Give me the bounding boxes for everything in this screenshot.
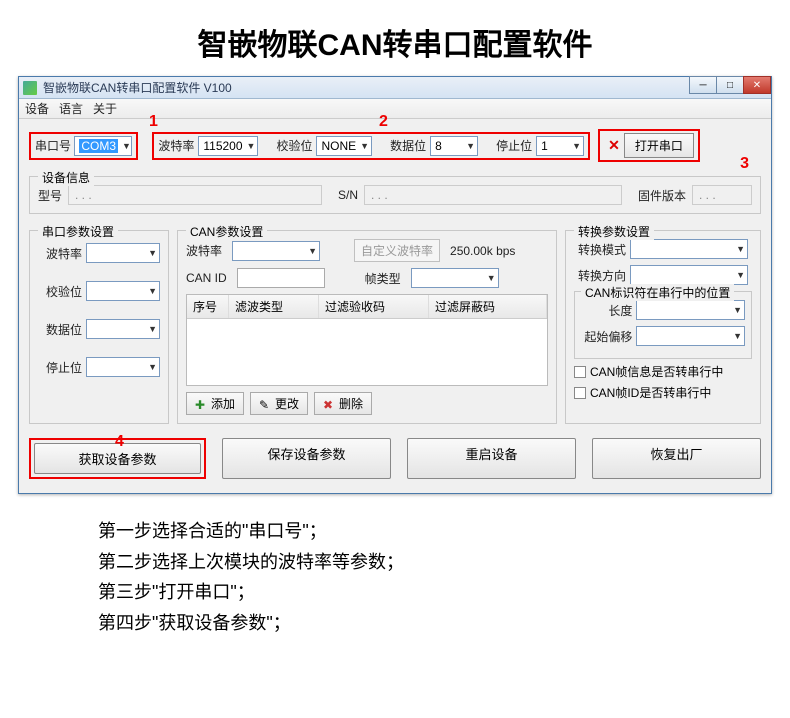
- s-baud-select[interactable]: ▼: [86, 243, 160, 263]
- custom-baud-button[interactable]: 自定义波特率: [354, 239, 440, 262]
- open-port-button[interactable]: 打开串口: [624, 133, 694, 158]
- s-parity-select[interactable]: ▼: [86, 281, 160, 301]
- sn-value: . . .: [364, 185, 622, 205]
- s-databits-select[interactable]: ▼: [86, 319, 160, 339]
- col-mask: 过滤屏蔽码: [429, 295, 547, 318]
- delete-icon: ✖: [323, 398, 335, 410]
- custom-baud-value: 250.00k bps: [450, 244, 515, 258]
- titlebar: 智嵌物联CAN转串口配置软件 V100 ─ □ ✕: [19, 77, 771, 99]
- model-label: 型号: [38, 187, 62, 204]
- marker-4: 4: [115, 433, 124, 451]
- window-title: 智嵌物联CAN转串口配置软件 V100: [43, 79, 232, 96]
- can-baud-label: 波特率: [186, 242, 222, 259]
- save-params-button[interactable]: 保存设备参数: [222, 438, 391, 479]
- menu-about[interactable]: 关于: [93, 100, 117, 117]
- frame-type-label: 帧类型: [365, 270, 401, 287]
- edit-icon: ✎: [259, 398, 271, 410]
- marker-2: 2: [379, 113, 388, 131]
- add-button[interactable]: ✚添加: [186, 392, 244, 415]
- model-value: . . .: [68, 185, 322, 205]
- fw-label: 固件版本: [638, 187, 686, 204]
- length-select[interactable]: ▼: [636, 300, 745, 320]
- serial-group: 串口参数设置 波特率▼ 校验位▼ 数据位▼ 停止位▼: [29, 230, 169, 424]
- close-button[interactable]: ✕: [743, 76, 771, 94]
- window: 智嵌物联CAN转串口配置软件 V100 ─ □ ✕ 设备 语言 关于 1 2 3…: [18, 76, 772, 494]
- col-seq: 序号: [187, 295, 229, 318]
- add-icon: ✚: [195, 398, 207, 410]
- menu-device[interactable]: 设备: [25, 100, 49, 117]
- databits-select[interactable]: 8▼: [430, 136, 478, 156]
- step-1: 第一步选择合适的"串口号"；: [98, 516, 790, 547]
- port-label: 串口号: [35, 139, 71, 153]
- menu-language[interactable]: 语言: [59, 100, 83, 117]
- stopbits-label: 停止位: [496, 137, 532, 154]
- length-label: 长度: [581, 302, 632, 319]
- menubar: 设备 语言 关于: [19, 99, 771, 119]
- baud-select[interactable]: 115200▼: [198, 136, 258, 156]
- sn-label: S/N: [338, 188, 358, 202]
- s-stopbits-select[interactable]: ▼: [86, 357, 160, 377]
- port-status-icon: ✕: [604, 137, 624, 154]
- step-3: 第三步"打开串口"；: [98, 577, 790, 608]
- chk-frameid[interactable]: [574, 387, 586, 399]
- filter-table: 序号 滤波类型 过滤验收码 过滤屏蔽码: [186, 294, 548, 386]
- conv-dir-label: 转换方向: [574, 267, 626, 284]
- serial-title: 串口参数设置: [38, 223, 118, 240]
- col-filter-type: 滤波类型: [229, 295, 319, 318]
- s-baud-label: 波特率: [38, 245, 82, 262]
- devinfo-group: 设备信息 型号 . . . S/N . . . 固件版本 . . .: [29, 176, 761, 214]
- position-title: CAN标识符在串行中的位置: [581, 284, 734, 301]
- s-stopbits-label: 停止位: [38, 359, 82, 376]
- convert-group: 转换参数设置 转换模式▼ 转换方向▼ CAN标识符在串行中的位置 长度▼ 起始偏…: [565, 230, 761, 424]
- factory-reset-button[interactable]: 恢复出厂: [592, 438, 761, 479]
- restart-button[interactable]: 重启设备: [407, 438, 576, 479]
- can-title: CAN参数设置: [186, 223, 267, 240]
- client-area: 1 2 3 串口号 COM3▼ 波特率 115200▼ 校验位 NONE▼ 数据…: [19, 119, 771, 493]
- delete-button[interactable]: ✖删除: [314, 392, 372, 415]
- chk-frameinfo[interactable]: [574, 366, 586, 378]
- port-select[interactable]: COM3▼: [74, 136, 132, 156]
- parity-label: 校验位: [276, 137, 312, 154]
- marker-1: 1: [149, 113, 158, 131]
- chk-frameinfo-label: CAN帧信息是否转串行中: [590, 363, 723, 380]
- convert-title: 转换参数设置: [574, 223, 654, 240]
- offset-label: 起始偏移: [581, 328, 632, 345]
- chk-frameid-label: CAN帧ID是否转串行中: [590, 384, 711, 401]
- can-id-input[interactable]: [237, 268, 325, 288]
- instructions: 第一步选择合适的"串口号"； 第二步选择上次模块的波特率等参数； 第三步"打开串…: [98, 516, 790, 638]
- offset-select[interactable]: ▼: [636, 326, 745, 346]
- can-id-label: CAN ID: [186, 271, 227, 285]
- s-databits-label: 数据位: [38, 321, 82, 338]
- stopbits-select[interactable]: 1▼: [536, 136, 584, 156]
- step-2: 第二步选择上次模块的波特率等参数；: [98, 547, 790, 578]
- frame-type-select[interactable]: ▼: [411, 268, 499, 288]
- step-4: 第四步"获取设备参数"；: [98, 608, 790, 639]
- minimize-button[interactable]: ─: [689, 76, 717, 94]
- databits-label: 数据位: [390, 137, 426, 154]
- page-title: 智嵌物联CAN转串口配置软件: [0, 0, 790, 76]
- devinfo-title: 设备信息: [38, 169, 94, 186]
- marker-3: 3: [740, 155, 749, 173]
- maximize-button[interactable]: □: [716, 76, 744, 94]
- can-group: CAN参数设置 波特率 ▼ 自定义波特率 250.00k bps CAN ID …: [177, 230, 557, 424]
- baud-label: 波特率: [158, 137, 194, 154]
- col-accept: 过滤验收码: [319, 295, 429, 318]
- highlight-port: 串口号 COM3▼: [29, 132, 138, 160]
- conv-dir-select[interactable]: ▼: [630, 265, 748, 285]
- conv-mode-select[interactable]: ▼: [630, 239, 748, 259]
- fw-value: . . .: [692, 185, 752, 205]
- edit-button[interactable]: ✎更改: [250, 392, 308, 415]
- app-icon: [23, 81, 37, 95]
- top-toolbar: 串口号 COM3▼ 波特率 115200▼ 校验位 NONE▼ 数据位 8▼ 停…: [29, 125, 761, 170]
- can-baud-select[interactable]: ▼: [232, 241, 320, 261]
- s-parity-label: 校验位: [38, 283, 82, 300]
- position-group: CAN标识符在串行中的位置 长度▼ 起始偏移▼: [574, 291, 752, 359]
- highlight-serial-params: 波特率 115200▼ 校验位 NONE▼ 数据位 8▼ 停止位 1▼: [152, 132, 590, 160]
- parity-select[interactable]: NONE▼: [316, 136, 372, 156]
- highlight-open-port: ✕ 打开串口: [598, 129, 700, 162]
- conv-mode-label: 转换模式: [574, 241, 626, 258]
